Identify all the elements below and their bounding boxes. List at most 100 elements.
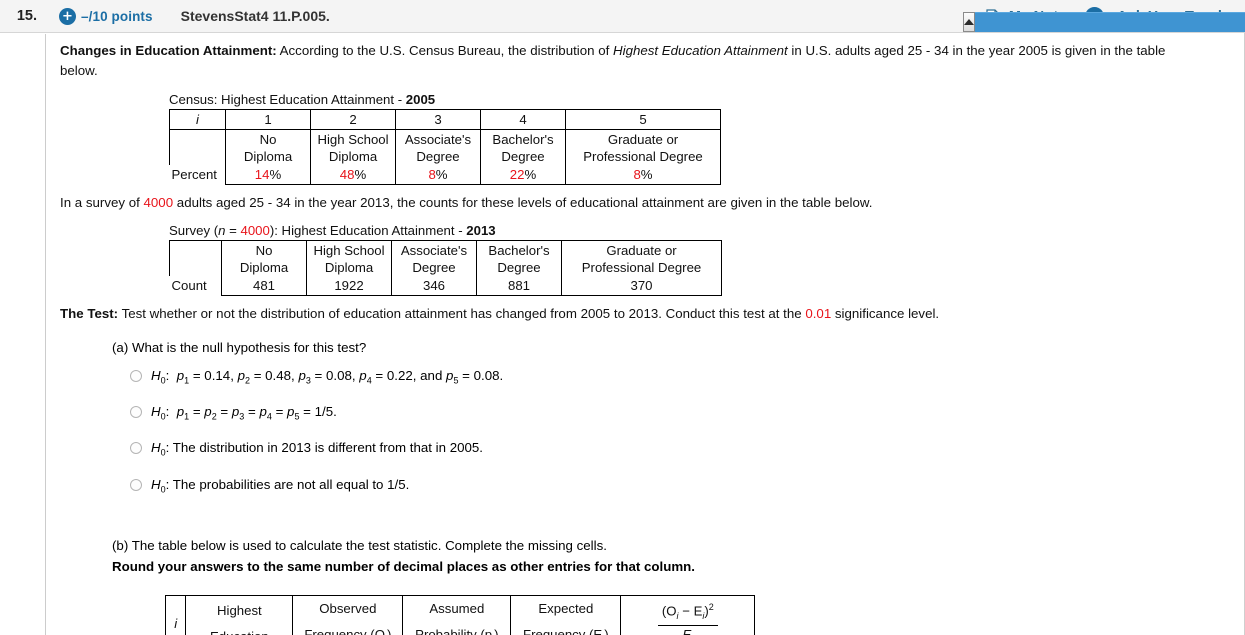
the-test-text-2: significance level.: [831, 306, 940, 321]
h0-sub-4: 0: [160, 484, 166, 495]
calc-header-assumed-close: ): [494, 626, 499, 635]
survey-table-caption: Survey (n = 4000): Highest Education Att…: [169, 223, 1230, 238]
calc-header-observed-1: Observed: [319, 600, 377, 616]
census-pct-sign-3: %: [435, 167, 448, 182]
calc-header-assumed-2-text: Probability (p: [415, 626, 493, 635]
census-cat-5-line1: Graduate or: [607, 132, 679, 147]
calc-header-observed-2: Frequency (Oi): [299, 626, 396, 635]
calc-table-block: i Highest Education Observed Frequency (…: [164, 594, 1230, 635]
survey-cat-1-line1: No: [255, 243, 273, 258]
points-label: –/10 points: [81, 8, 153, 24]
survey-sentence-part-2: adults aged 25 - 34 in the year 2013, th…: [173, 195, 873, 210]
survey-caption-a: Survey (: [169, 223, 219, 238]
survey-cat-5-line1: Graduate or: [606, 243, 677, 258]
p-symbol-1c: p: [298, 368, 306, 383]
part-b-block: (b) The table below is used to calculate…: [112, 536, 1230, 577]
calc-header-assumed-2: Probability (pi): [409, 626, 504, 635]
census-index-3: 3: [395, 109, 481, 130]
option-row-4[interactable]: H0: The probabilities are not all equal …: [130, 476, 1230, 499]
census-cat-1-line1: No: [259, 132, 277, 147]
census-table-block: Census: Highest Education Attainment - 2…: [169, 92, 1230, 185]
calc-header-education-2: Education: [192, 628, 286, 635]
h0-symbol-4: H: [151, 476, 161, 492]
calc-header-education-1: Highest: [216, 603, 262, 619]
census-index-4: 4: [480, 109, 566, 130]
radio-option-2[interactable]: [130, 405, 142, 418]
option-row-2[interactable]: H0: p1 = p2 = p3 = p4 = p5 = 1/5.: [130, 403, 1230, 426]
content-gutter-divider: [45, 34, 46, 635]
survey-cat-3-line2: Degree: [412, 260, 456, 275]
calc-header-observed-2-text: Frequency (O: [304, 626, 385, 635]
census-caption-prefix: Census: Highest Education Attainment -: [169, 92, 406, 107]
the-test-paragraph: The Test: Test whether or not the distri…: [60, 304, 1230, 324]
census-cat-2-line1: High School: [317, 132, 389, 147]
opt1-val-3: 0.08: [326, 368, 352, 383]
calc-header-assumed-1: Assumed: [429, 600, 485, 616]
calc-header-expected-close: ): [604, 626, 609, 635]
p-symbol-2a: p: [176, 403, 185, 419]
the-test-bold-lead: The Test:: [60, 306, 119, 321]
radio-option-3[interactable]: [130, 442, 142, 455]
option-row-3[interactable]: H0: The distribution in 2013 is differen…: [130, 439, 1230, 462]
option-4-text: H0: The probabilities are not all equal …: [151, 476, 410, 495]
chi-num-open: (O: [661, 603, 677, 619]
option-4-statement: The probabilities are not all equal to 1…: [172, 476, 410, 492]
census-cat-4-line1: Bachelor's: [492, 132, 554, 147]
survey-count-3: 346: [391, 276, 477, 296]
survey-count-row: Count 481 1922 346 881 370: [169, 276, 722, 296]
census-percent-row: Percent 14% 48% 8% 22% 8%: [169, 165, 721, 185]
intro-italic-term: Highest Education Attainment: [613, 43, 788, 58]
census-cat-2-line2: Diploma: [328, 149, 378, 164]
assignment-id-label: StevensStat4 11.P.005.: [180, 8, 330, 24]
survey-table-block: Survey (n = 4000): Highest Education Att…: [169, 223, 1230, 296]
survey-cat-2-line1: High School: [313, 243, 385, 258]
the-test-alpha: 0.01: [805, 306, 832, 321]
calc-header-expected-1: Expected: [538, 600, 594, 616]
calc-header-expected-2: Frequency (Ei): [517, 626, 614, 635]
census-i-label: i: [196, 112, 199, 127]
census-caption-year: 2005: [405, 92, 436, 107]
radio-option-1[interactable]: [130, 370, 142, 382]
question-content: Changes in Education Attainment: Accordi…: [60, 41, 1230, 635]
census-percent-5: 8: [633, 167, 641, 182]
survey-sentence-part-1: In a survey of: [60, 195, 144, 210]
p-symbol-1b: p: [237, 368, 245, 383]
calc-header-expected-2-text: Frequency (E: [523, 626, 603, 635]
intro-text-1: According to the U.S. Census Bureau, the…: [276, 43, 614, 58]
h0-sub-3: 0: [160, 447, 166, 458]
census-pct-sign-1: %: [269, 167, 282, 182]
survey-cat-5-line2: Professional Degree: [581, 260, 702, 275]
horizontal-scrollbar[interactable]: [963, 12, 1245, 32]
plus-circle-icon[interactable]: +: [59, 7, 76, 25]
scrollbar-thumb[interactable]: [975, 12, 1245, 32]
p-symbol-1a: p: [176, 368, 185, 383]
survey-sentence-n: 4000: [143, 195, 174, 210]
survey-sentence: In a survey of 4000 adults aged 25 - 34 …: [60, 193, 1230, 213]
census-cat-1-line2: Diploma: [243, 149, 293, 164]
scrollbar-up-button[interactable]: [963, 12, 975, 32]
census-pct-sign-2: %: [354, 167, 367, 182]
survey-cat-3-line1: Associate's: [400, 243, 468, 258]
intro-bold-lead: Changes in Education Attainment:: [60, 43, 277, 58]
opt1-conj: and: [420, 368, 443, 383]
survey-count-5: 370: [561, 276, 722, 296]
calc-chi-denominator: Ei: [658, 626, 718, 635]
opt1-val-1: 0.14: [204, 368, 231, 383]
p-symbol-1d: p: [359, 368, 367, 383]
opt1-val-5: 0.08: [473, 368, 500, 383]
survey-caption-eq: =: [225, 223, 241, 238]
survey-caption-nval: 4000: [240, 223, 270, 238]
part-a-block: (a) What is the null hypothesis for this…: [112, 338, 1230, 499]
census-percent-1: 14: [254, 167, 270, 182]
census-pct-sign-5: %: [640, 167, 653, 182]
option-3-statement: The distribution in 2013 is different fr…: [172, 440, 483, 456]
survey-cat-4-line1: Bachelor's: [488, 243, 550, 258]
calc-header-observed-close: ): [386, 626, 392, 635]
question-page: 15. + –/10 points StevensStat4 11.P.005.…: [0, 0, 1245, 635]
the-test-text-1: Test whether or not the distribution of …: [118, 306, 806, 321]
option-3-text: H0: The distribution in 2013 is differen…: [151, 440, 483, 458]
option-2-text: H0: p1 = p2 = p3 = p4 = p5 = 1/5.: [151, 403, 337, 422]
option-row-1[interactable]: H0: p1 = 0.14, p2 = 0.48, p3 = 0.08, p4 …: [130, 367, 1230, 390]
census-cat-3-line1: Associate's: [404, 132, 472, 147]
radio-option-4[interactable]: [130, 478, 142, 491]
